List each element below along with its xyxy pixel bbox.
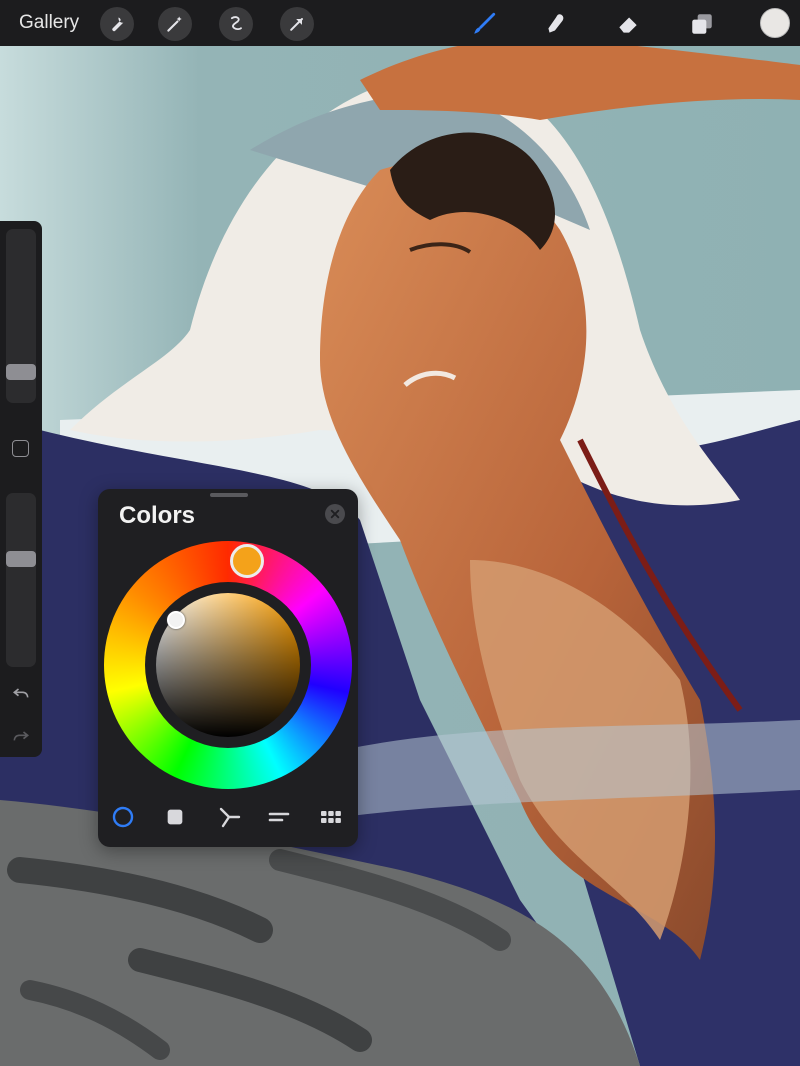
- hue-handle[interactable]: [230, 544, 264, 578]
- redo-icon[interactable]: [11, 727, 31, 747]
- close-icon: [330, 509, 340, 519]
- smudge-icon[interactable]: [540, 8, 572, 40]
- value-tab[interactable]: [266, 804, 292, 830]
- palettes-mode-icon: [321, 811, 341, 823]
- brush-icon[interactable]: [468, 8, 500, 40]
- undo-icon[interactable]: [11, 684, 31, 704]
- wrench-icon[interactable]: [100, 7, 134, 41]
- color-picker-handle[interactable]: [167, 611, 185, 629]
- brush-size-thumb[interactable]: [6, 364, 36, 380]
- modify-button[interactable]: [12, 440, 29, 457]
- top-toolbar: Gallery: [0, 0, 800, 46]
- classic-tab[interactable]: [162, 804, 188, 830]
- disc-tab[interactable]: [110, 804, 136, 830]
- magic-wand-icon[interactable]: [158, 7, 192, 41]
- gallery-button[interactable]: Gallery: [19, 12, 79, 34]
- classic-mode-icon: [167, 809, 183, 825]
- close-button[interactable]: [325, 504, 345, 524]
- opacity-thumb[interactable]: [6, 551, 36, 567]
- current-color-swatch[interactable]: [760, 8, 790, 38]
- colors-panel: Colors: [98, 489, 358, 847]
- opacity-slider[interactable]: [6, 493, 36, 667]
- palettes-tab[interactable]: [318, 804, 344, 830]
- panel-title: Colors: [119, 502, 196, 529]
- hue-ring[interactable]: [104, 541, 352, 789]
- value-mode-icon: [268, 812, 290, 822]
- left-sidebar: [0, 221, 42, 757]
- layers-icon[interactable]: [686, 8, 718, 40]
- transform-arrow-icon[interactable]: [280, 7, 314, 41]
- disc-mode-icon: [112, 806, 134, 828]
- harmony-mode-icon: [219, 807, 241, 828]
- color-mode-tabs: [98, 800, 358, 832]
- eraser-icon[interactable]: [612, 8, 644, 40]
- selection-icon[interactable]: [219, 7, 253, 41]
- panel-grabber[interactable]: [210, 493, 248, 497]
- harmony-tab[interactable]: [216, 804, 242, 830]
